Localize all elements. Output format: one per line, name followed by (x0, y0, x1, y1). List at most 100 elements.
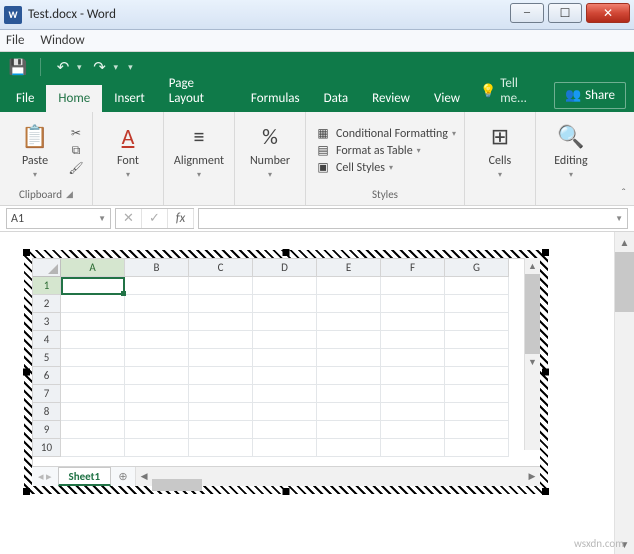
qat-customize-icon[interactable]: ▾ (128, 62, 133, 73)
cancel-formula-button[interactable]: ✕ (116, 209, 142, 228)
cells-button[interactable]: ⊞ Cells ▾ (473, 122, 527, 180)
redo-icon[interactable]: ↷ (88, 55, 112, 79)
cell[interactable] (189, 421, 253, 439)
sheet-nav-arrows[interactable]: ◂ ▸ (32, 467, 58, 486)
cell[interactable] (317, 403, 381, 421)
cell[interactable] (445, 277, 509, 295)
cell[interactable] (317, 313, 381, 331)
word-menu-file[interactable]: File (6, 33, 24, 48)
resize-handle[interactable] (542, 488, 549, 495)
row-header[interactable]: 7 (33, 385, 61, 403)
chevron-down-icon[interactable]: ▼ (98, 214, 106, 224)
save-icon[interactable]: 💾 (6, 55, 30, 79)
cell[interactable] (189, 295, 253, 313)
cell[interactable] (61, 367, 125, 385)
row-header[interactable]: 2 (33, 295, 61, 313)
cell[interactable] (445, 331, 509, 349)
cell[interactable] (381, 295, 445, 313)
cell[interactable] (189, 367, 253, 385)
cell[interactable] (381, 313, 445, 331)
row-header[interactable]: 1 (33, 277, 61, 295)
cell[interactable] (381, 367, 445, 385)
sheet-tab-sheet1[interactable]: Sheet1 (58, 467, 112, 486)
clipboard-launcher-icon[interactable]: ◢ (66, 189, 73, 200)
cell[interactable] (189, 439, 253, 457)
window-minimize-button[interactable]: ─ (510, 3, 544, 23)
cell[interactable] (125, 439, 189, 457)
column-header[interactable]: A (61, 259, 125, 277)
cell[interactable] (381, 439, 445, 457)
word-menu-window[interactable]: Window (40, 33, 84, 48)
tab-view[interactable]: View (422, 85, 472, 112)
column-header[interactable]: D (253, 259, 317, 277)
row-header[interactable]: 5 (33, 349, 61, 367)
cell[interactable] (253, 295, 317, 313)
worksheet-scrollbar-horizontal[interactable]: ◀ ▶ (135, 467, 540, 486)
cell[interactable] (317, 421, 381, 439)
share-button[interactable]: 👥 Share (554, 82, 626, 109)
cell[interactable] (445, 349, 509, 367)
resize-handle[interactable] (542, 249, 549, 256)
cell[interactable] (189, 349, 253, 367)
cell[interactable] (317, 277, 381, 295)
window-maximize-button[interactable]: ☐ (548, 3, 582, 23)
worksheet-scrollbar-vertical[interactable]: ▲ ▼ (524, 258, 540, 450)
cell[interactable] (61, 313, 125, 331)
column-header[interactable]: F (381, 259, 445, 277)
column-header[interactable]: C (189, 259, 253, 277)
cell[interactable] (381, 403, 445, 421)
cell[interactable] (381, 331, 445, 349)
resize-handle[interactable] (283, 249, 290, 256)
cell[interactable] (189, 331, 253, 349)
insert-function-button[interactable]: fx (168, 209, 194, 228)
cell[interactable] (125, 277, 189, 295)
cell[interactable] (381, 385, 445, 403)
row-header[interactable]: 8 (33, 403, 61, 421)
resize-handle[interactable] (23, 369, 30, 376)
scrollbar-thumb[interactable] (152, 479, 202, 491)
cell[interactable] (61, 385, 125, 403)
cell[interactable] (381, 349, 445, 367)
undo-more-icon[interactable]: ▾ (77, 62, 82, 73)
scroll-right-icon[interactable]: ▶ (524, 471, 540, 482)
tab-formulas[interactable]: Formulas (239, 85, 312, 112)
column-header[interactable]: E (317, 259, 381, 277)
cell[interactable] (253, 331, 317, 349)
collapse-ribbon-icon[interactable]: ˆ (621, 187, 626, 201)
cell[interactable] (445, 403, 509, 421)
cell[interactable] (189, 277, 253, 295)
cell[interactable] (317, 385, 381, 403)
scroll-up-icon[interactable]: ▲ (615, 232, 634, 252)
undo-icon[interactable]: ↶ (51, 55, 75, 79)
cell[interactable] (317, 439, 381, 457)
cell[interactable] (125, 385, 189, 403)
cell[interactable] (445, 439, 509, 457)
window-close-button[interactable]: ✕ (586, 3, 630, 23)
cell[interactable] (381, 421, 445, 439)
resize-handle[interactable] (542, 369, 549, 376)
cell[interactable] (253, 439, 317, 457)
tab-file[interactable]: File (4, 85, 46, 112)
tab-insert[interactable]: Insert (102, 85, 157, 112)
cell[interactable] (125, 421, 189, 439)
copy-button[interactable]: ⧉ (68, 144, 84, 158)
row-header[interactable]: 3 (33, 313, 61, 331)
cut-button[interactable]: ✂ (68, 126, 84, 141)
cell[interactable] (445, 385, 509, 403)
formula-input[interactable]: ▼ (198, 208, 628, 229)
cell[interactable] (125, 295, 189, 313)
tab-review[interactable]: Review (360, 85, 422, 112)
worksheet-grid[interactable]: ABCDEFG12345678910 (32, 258, 540, 466)
cell[interactable] (445, 367, 509, 385)
document-scrollbar-vertical[interactable]: ▲ ▼ (614, 232, 634, 554)
scrollbar-thumb[interactable] (615, 252, 634, 312)
accept-formula-button[interactable]: ✓ (142, 209, 168, 228)
document-canvas[interactable]: ABCDEFG12345678910 ▲ ▼ ◂ ▸ Sheet1 ⊕ ◀ ▶ (0, 232, 614, 554)
number-button[interactable]: % Number ▾ (243, 122, 297, 180)
select-all-corner[interactable] (33, 259, 61, 277)
redo-more-icon[interactable]: ▾ (114, 62, 119, 73)
resize-handle[interactable] (23, 488, 30, 495)
row-header[interactable]: 9 (33, 421, 61, 439)
cell[interactable] (125, 313, 189, 331)
format-painter-button[interactable]: 🖌 (68, 161, 84, 176)
